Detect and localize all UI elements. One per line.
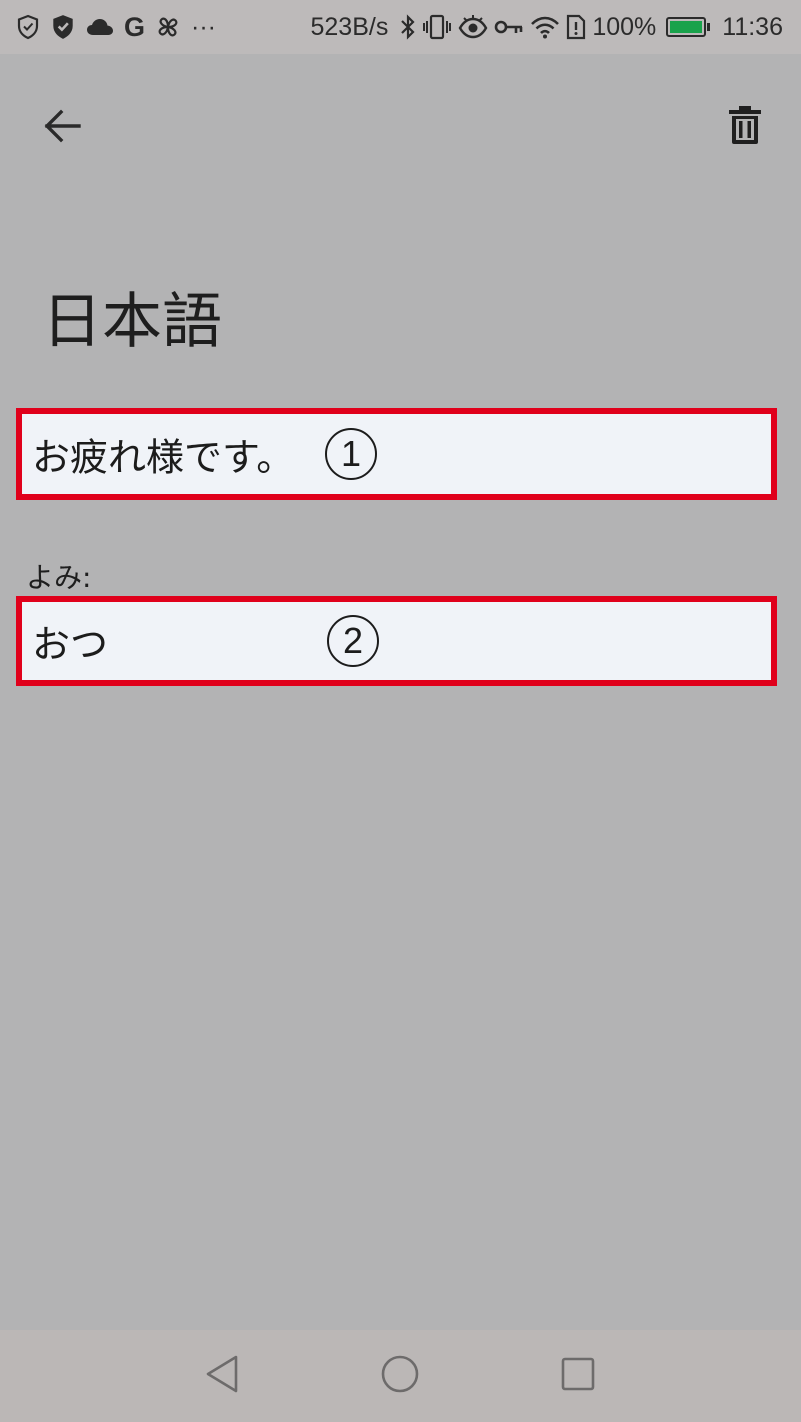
nav-recents-button[interactable] (552, 1350, 604, 1402)
nav-back-button[interactable] (196, 1350, 248, 1402)
battery-percent: 100% (592, 12, 657, 41)
eye-icon (458, 15, 488, 39)
sim-alert-icon (566, 14, 586, 40)
arrow-left-icon (42, 108, 82, 148)
cloud-icon (86, 17, 114, 37)
vibrate-icon (422, 14, 452, 40)
nav-back-triangle-icon (202, 1353, 242, 1399)
shield-check-icon (50, 13, 76, 41)
delete-button[interactable] (717, 98, 773, 154)
google-g-icon: G (124, 11, 146, 42)
toolbar (0, 54, 801, 194)
bluetooth-icon (400, 14, 416, 40)
nav-home-button[interactable] (374, 1350, 426, 1402)
back-button[interactable] (34, 100, 90, 156)
status-bar: G ··· 523B/s 100% 11:36 (0, 0, 801, 54)
reading-field[interactable]: おつ 2 (16, 596, 777, 686)
trash-icon (727, 103, 763, 149)
page-title: 日本語 (42, 287, 222, 357)
nav-recents-square-icon (559, 1355, 597, 1397)
navigation-bar (0, 1330, 801, 1422)
phrase-field[interactable]: お疲れ様です。 1 (16, 408, 777, 500)
more-dots-icon: ··· (191, 12, 216, 41)
clock: 11:36 (722, 12, 783, 41)
nav-home-circle-icon (379, 1353, 421, 1399)
marker-1: 1 (325, 428, 377, 480)
reading-label: よみ: (26, 561, 92, 594)
pinwheel-icon (155, 14, 181, 40)
reading-text: おつ (32, 622, 109, 667)
battery-level (670, 21, 703, 33)
wifi-icon (530, 15, 560, 39)
marker-2: 2 (327, 615, 379, 667)
battery-icon (666, 17, 711, 37)
network-speed: 523B/s (310, 12, 389, 41)
key-icon (494, 18, 524, 36)
status-bar-left: G ··· (16, 8, 216, 46)
status-bar-right: 523B/s 100% 11:36 (310, 8, 783, 46)
shield-outline-icon (16, 14, 40, 40)
phrase-text: お疲れ様です。 (32, 435, 295, 480)
